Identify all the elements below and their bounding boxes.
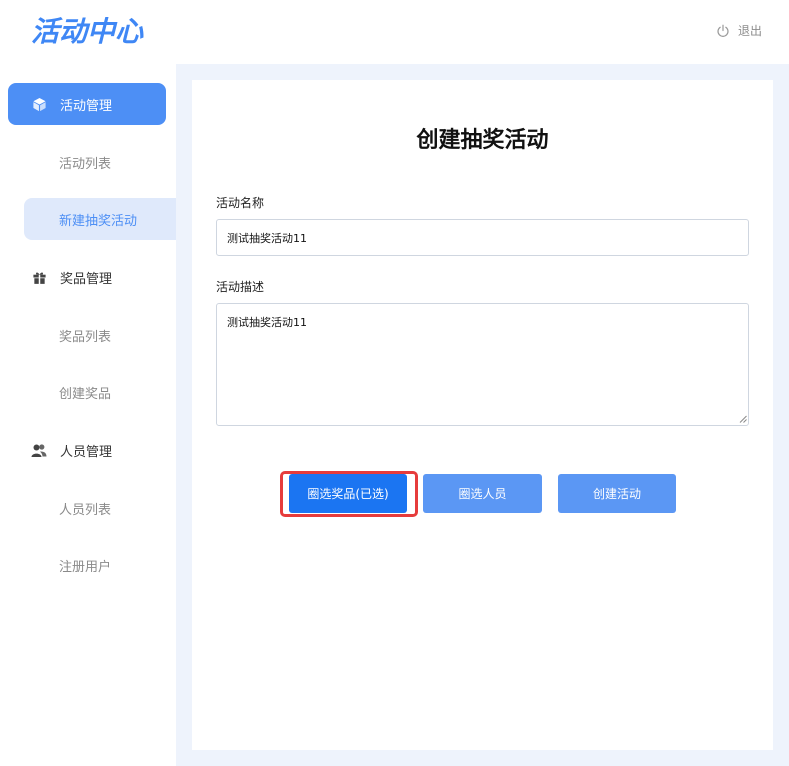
sidebar-group-prize[interactable]: 奖品管理 [8, 256, 166, 298]
sidebar-item-new-lottery[interactable]: 新建抽奖活动 [24, 198, 176, 240]
sidebar-item-people-list[interactable]: 人员列表 [24, 487, 176, 529]
sidebar-item-activity-list[interactable]: 活动列表 [24, 141, 176, 183]
sidebar-item-register-user[interactable]: 注册用户 [24, 544, 176, 586]
activity-desc-textarea[interactable]: 测试抽奖活动11 [216, 303, 749, 426]
sidebar-group-label: 人员管理 [60, 444, 113, 460]
sidebar-group-activity[interactable]: 活动管理 [8, 83, 166, 125]
sidebar-item-label: 人员列表 [59, 502, 112, 518]
activity-name-label: 活动名称 [216, 196, 265, 210]
sidebar-item-label: 注册用户 [59, 559, 112, 575]
power-icon [716, 24, 730, 38]
activity-desc-label: 活动描述 [216, 280, 265, 294]
sidebar-item-create-prize[interactable]: 创建奖品 [24, 371, 176, 413]
resize-grip-icon[interactable] [739, 415, 747, 423]
logout-label: 退出 [737, 24, 762, 38]
sidebar-item-label: 创建奖品 [59, 386, 112, 402]
logo: 活动中心 [31, 15, 144, 48]
page-title: 创建抽奖活动 [416, 128, 549, 153]
activity-name-input[interactable] [216, 219, 749, 256]
app-root: 活动中心 退出 活动管理 活动列表 新建抽奖活动 奖品管理 奖品列表 创建奖品 … [0, 0, 789, 766]
select-prize-button[interactable]: 圈选奖品(已选) [289, 474, 407, 513]
create-activity-button[interactable]: 创建活动 [558, 474, 676, 513]
users-icon [30, 441, 48, 459]
sidebar-item-label: 奖品列表 [59, 329, 112, 345]
sidebar-item-label: 活动列表 [59, 156, 112, 172]
logout-button[interactable]: 退出 [716, 22, 762, 39]
cube-icon [30, 95, 48, 113]
sidebar-item-prize-list[interactable]: 奖品列表 [24, 314, 176, 356]
sidebar-item-label: 新建抽奖活动 [59, 213, 138, 229]
gift-icon [30, 268, 48, 286]
sidebar-group-label: 活动管理 [60, 98, 113, 114]
sidebar-group-label: 奖品管理 [60, 271, 113, 287]
select-people-button[interactable]: 圈选人员 [423, 474, 542, 513]
sidebar-group-people[interactable]: 人员管理 [8, 429, 166, 471]
header: 活动中心 退出 [0, 0, 789, 64]
